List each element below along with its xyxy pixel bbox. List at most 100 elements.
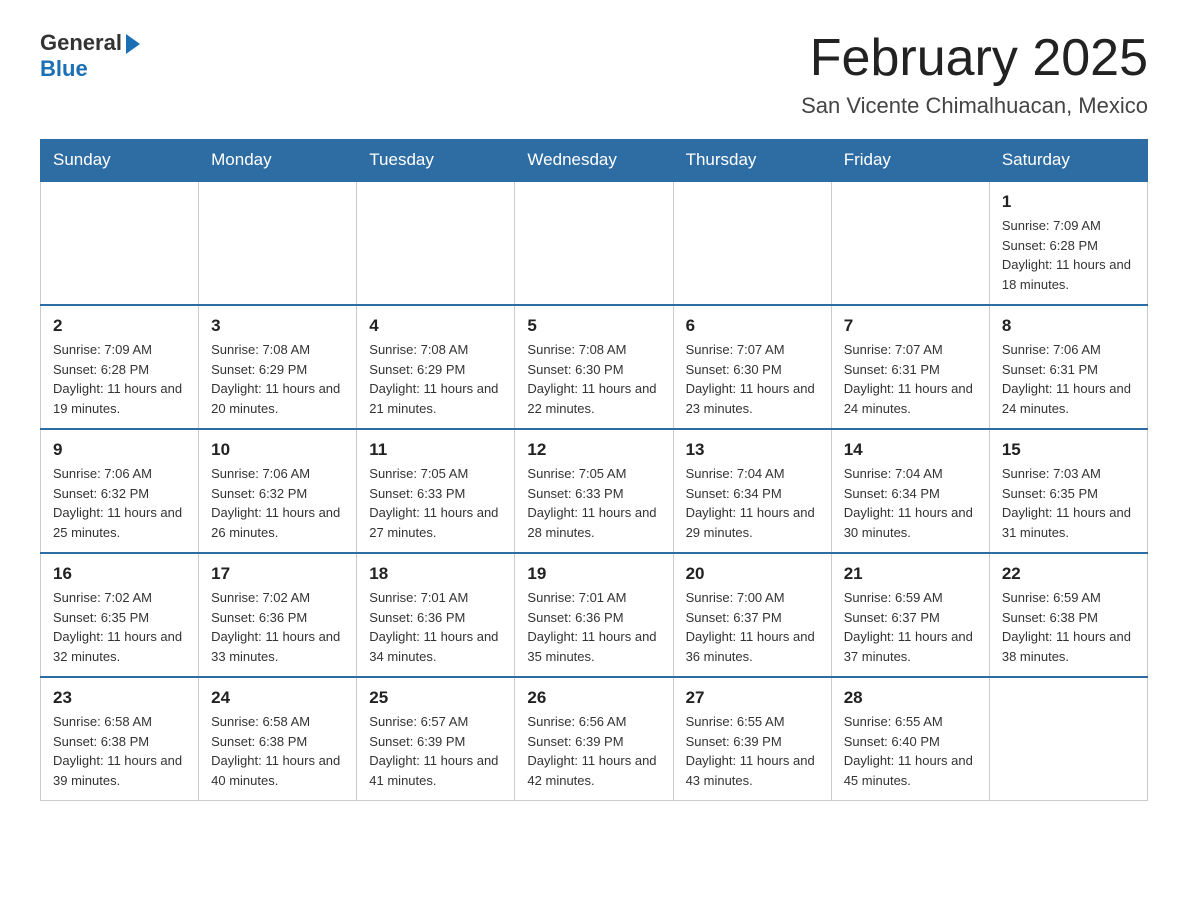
day-number: 26 [527, 688, 660, 708]
day-number: 11 [369, 440, 502, 460]
calendar-cell: 20 Sunrise: 7:00 AM Sunset: 6:37 PM Dayli… [673, 553, 831, 677]
calendar-cell [41, 181, 199, 305]
calendar-cell: 19 Sunrise: 7:01 AM Sunset: 6:36 PM Dayli… [515, 553, 673, 677]
day-info: Sunrise: 7:02 AM Sunset: 6:36 PM Dayligh… [211, 590, 340, 664]
calendar-cell [515, 181, 673, 305]
day-number: 15 [1002, 440, 1135, 460]
day-number: 2 [53, 316, 186, 336]
day-info: Sunrise: 7:05 AM Sunset: 6:33 PM Dayligh… [369, 466, 498, 540]
calendar-cell: 11 Sunrise: 7:05 AM Sunset: 6:33 PM Dayli… [357, 429, 515, 553]
day-info: Sunrise: 7:08 AM Sunset: 6:29 PM Dayligh… [369, 342, 498, 416]
month-title: February 2025 [801, 30, 1148, 87]
calendar-cell [357, 181, 515, 305]
day-info: Sunrise: 7:09 AM Sunset: 6:28 PM Dayligh… [1002, 218, 1131, 292]
calendar-header-friday: Friday [831, 140, 989, 182]
day-info: Sunrise: 7:08 AM Sunset: 6:29 PM Dayligh… [211, 342, 340, 416]
day-info: Sunrise: 7:07 AM Sunset: 6:31 PM Dayligh… [844, 342, 973, 416]
calendar-cell: 5Sunrise: 7:08 AM Sunset: 6:30 PM Daylig… [515, 305, 673, 429]
day-info: Sunrise: 7:02 AM Sunset: 6:35 PM Dayligh… [53, 590, 182, 664]
calendar-week-row: 2 Sunrise: 7:09 AM Sunset: 6:28 PM Daylig… [41, 305, 1148, 429]
calendar-cell: 1 Sunrise: 7:09 AM Sunset: 6:28 PM Daylig… [989, 181, 1147, 305]
day-number: 28 [844, 688, 977, 708]
calendar-cell [673, 181, 831, 305]
day-number: 5 [527, 316, 660, 336]
calendar-cell [199, 181, 357, 305]
day-info: Sunrise: 6:56 AM Sunset: 6:39 PM Dayligh… [527, 714, 656, 788]
day-info: Sunrise: 6:59 AM Sunset: 6:37 PM Dayligh… [844, 590, 973, 664]
day-info: Sunrise: 7:04 AM Sunset: 6:34 PM Dayligh… [686, 466, 815, 540]
calendar-cell: 14Sunrise: 7:04 AM Sunset: 6:34 PM Dayli… [831, 429, 989, 553]
day-number: 3 [211, 316, 344, 336]
calendar-cell: 21Sunrise: 6:59 AM Sunset: 6:37 PM Dayli… [831, 553, 989, 677]
day-info: Sunrise: 7:07 AM Sunset: 6:30 PM Dayligh… [686, 342, 815, 416]
calendar-header-wednesday: Wednesday [515, 140, 673, 182]
logo-blue-text: Blue [40, 56, 88, 82]
calendar-cell: 13 Sunrise: 7:04 AM Sunset: 6:34 PM Dayli… [673, 429, 831, 553]
calendar-cell: 24 Sunrise: 6:58 AM Sunset: 6:38 PM Dayli… [199, 677, 357, 801]
day-number: 22 [1002, 564, 1135, 584]
day-number: 7 [844, 316, 977, 336]
calendar-cell: 22 Sunrise: 6:59 AM Sunset: 6:38 PM Dayli… [989, 553, 1147, 677]
day-info: Sunrise: 7:03 AM Sunset: 6:35 PM Dayligh… [1002, 466, 1131, 540]
calendar-header-row: SundayMondayTuesdayWednesdayThursdayFrid… [41, 140, 1148, 182]
day-number: 10 [211, 440, 344, 460]
logo: General Blue [40, 30, 140, 82]
day-info: Sunrise: 7:06 AM Sunset: 6:32 PM Dayligh… [53, 466, 182, 540]
calendar-cell: 6Sunrise: 7:07 AM Sunset: 6:30 PM Daylig… [673, 305, 831, 429]
calendar-week-row: 9 Sunrise: 7:06 AM Sunset: 6:32 PM Daylig… [41, 429, 1148, 553]
day-info: Sunrise: 7:05 AM Sunset: 6:33 PM Dayligh… [527, 466, 656, 540]
day-info: Sunrise: 7:00 AM Sunset: 6:37 PM Dayligh… [686, 590, 815, 664]
calendar-cell: 17 Sunrise: 7:02 AM Sunset: 6:36 PM Dayli… [199, 553, 357, 677]
calendar-header-sunday: Sunday [41, 140, 199, 182]
calendar-cell: 16 Sunrise: 7:02 AM Sunset: 6:35 PM Dayli… [41, 553, 199, 677]
day-number: 9 [53, 440, 186, 460]
logo-general-text: General [40, 30, 122, 56]
day-number: 13 [686, 440, 819, 460]
calendar-week-row: 16 Sunrise: 7:02 AM Sunset: 6:35 PM Dayli… [41, 553, 1148, 677]
calendar-cell [831, 181, 989, 305]
day-info: Sunrise: 7:04 AM Sunset: 6:34 PM Dayligh… [844, 466, 973, 540]
day-number: 19 [527, 564, 660, 584]
calendar-cell: 3 Sunrise: 7:08 AM Sunset: 6:29 PM Daylig… [199, 305, 357, 429]
day-number: 4 [369, 316, 502, 336]
page-header: General Blue February 2025 San Vicente C… [40, 30, 1148, 119]
day-number: 8 [1002, 316, 1135, 336]
day-info: Sunrise: 7:06 AM Sunset: 6:31 PM Dayligh… [1002, 342, 1131, 416]
calendar-header-monday: Monday [199, 140, 357, 182]
day-info: Sunrise: 7:01 AM Sunset: 6:36 PM Dayligh… [369, 590, 498, 664]
day-number: 20 [686, 564, 819, 584]
calendar-cell: 26 Sunrise: 6:56 AM Sunset: 6:39 PM Dayli… [515, 677, 673, 801]
calendar-cell: 18Sunrise: 7:01 AM Sunset: 6:36 PM Dayli… [357, 553, 515, 677]
logo-arrow-icon [126, 34, 140, 54]
calendar-cell [989, 677, 1147, 801]
day-number: 24 [211, 688, 344, 708]
calendar-week-row: 23 Sunrise: 6:58 AM Sunset: 6:38 PM Dayli… [41, 677, 1148, 801]
calendar-header-thursday: Thursday [673, 140, 831, 182]
day-number: 17 [211, 564, 344, 584]
day-number: 16 [53, 564, 186, 584]
day-info: Sunrise: 6:55 AM Sunset: 6:40 PM Dayligh… [844, 714, 973, 788]
day-number: 1 [1002, 192, 1135, 212]
calendar-cell: 23 Sunrise: 6:58 AM Sunset: 6:38 PM Dayli… [41, 677, 199, 801]
calendar-cell: 27Sunrise: 6:55 AM Sunset: 6:39 PM Dayli… [673, 677, 831, 801]
day-number: 25 [369, 688, 502, 708]
calendar-cell: 8 Sunrise: 7:06 AM Sunset: 6:31 PM Daylig… [989, 305, 1147, 429]
calendar-cell: 4 Sunrise: 7:08 AM Sunset: 6:29 PM Daylig… [357, 305, 515, 429]
calendar-header-tuesday: Tuesday [357, 140, 515, 182]
day-info: Sunrise: 7:01 AM Sunset: 6:36 PM Dayligh… [527, 590, 656, 664]
calendar-cell: 9 Sunrise: 7:06 AM Sunset: 6:32 PM Daylig… [41, 429, 199, 553]
day-info: Sunrise: 6:55 AM Sunset: 6:39 PM Dayligh… [686, 714, 815, 788]
calendar-table: SundayMondayTuesdayWednesdayThursdayFrid… [40, 139, 1148, 801]
calendar-cell: 12Sunrise: 7:05 AM Sunset: 6:33 PM Dayli… [515, 429, 673, 553]
day-info: Sunrise: 6:58 AM Sunset: 6:38 PM Dayligh… [211, 714, 340, 788]
day-number: 23 [53, 688, 186, 708]
day-info: Sunrise: 6:58 AM Sunset: 6:38 PM Dayligh… [53, 714, 182, 788]
calendar-cell: 7 Sunrise: 7:07 AM Sunset: 6:31 PM Daylig… [831, 305, 989, 429]
calendar-cell: 28 Sunrise: 6:55 AM Sunset: 6:40 PM Dayli… [831, 677, 989, 801]
calendar-week-row: 1 Sunrise: 7:09 AM Sunset: 6:28 PM Daylig… [41, 181, 1148, 305]
day-info: Sunrise: 7:09 AM Sunset: 6:28 PM Dayligh… [53, 342, 182, 416]
day-info: Sunrise: 6:59 AM Sunset: 6:38 PM Dayligh… [1002, 590, 1131, 664]
calendar-cell: 15 Sunrise: 7:03 AM Sunset: 6:35 PM Dayli… [989, 429, 1147, 553]
title-section: February 2025 San Vicente Chimalhuacan, … [801, 30, 1148, 119]
calendar-cell: 25Sunrise: 6:57 AM Sunset: 6:39 PM Dayli… [357, 677, 515, 801]
